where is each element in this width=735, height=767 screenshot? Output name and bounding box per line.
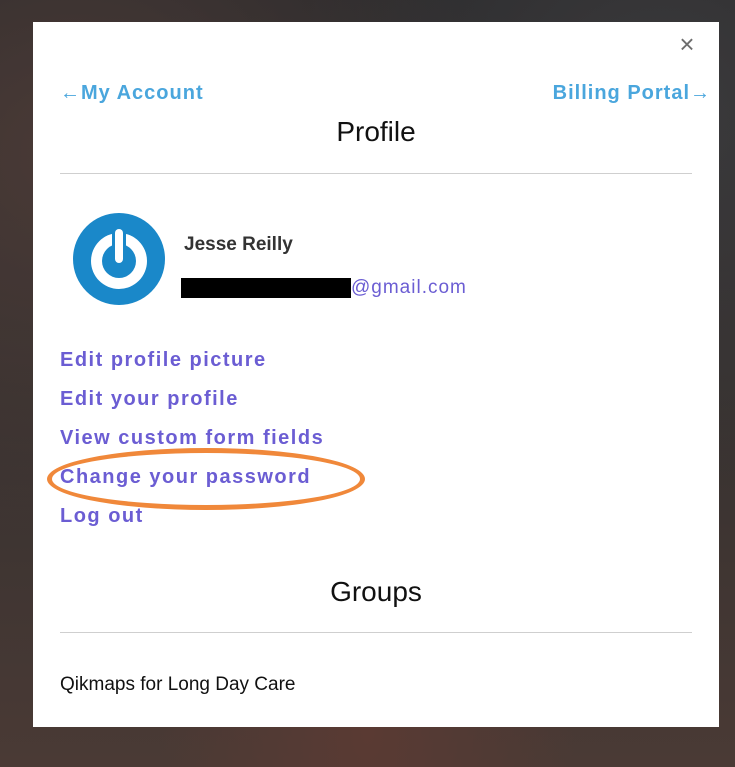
user-email: @gmail.com <box>181 277 467 299</box>
view-custom-form-fields-link[interactable]: View custom form fields <box>60 423 324 462</box>
edit-profile-picture-link[interactable]: Edit profile picture <box>60 345 324 384</box>
profile-title: Profile <box>336 116 416 147</box>
billing-portal-link[interactable]: Billing Portal→ <box>553 82 711 105</box>
arrow-left-icon: ← <box>60 82 81 104</box>
groups-title: Groups <box>330 576 422 607</box>
profile-divider <box>60 173 692 174</box>
email-redaction <box>181 278 351 298</box>
edit-your-profile-link[interactable]: Edit your profile <box>60 384 324 423</box>
user-name: Jesse Reilly <box>184 234 293 255</box>
arrow-right-icon: → <box>690 82 711 104</box>
close-icon[interactable]: × <box>673 30 701 58</box>
groups-divider <box>60 632 692 633</box>
group-list-item[interactable]: Qikmaps for Long Day Care <box>60 674 296 696</box>
my-account-label: My Account <box>81 82 204 104</box>
my-account-link[interactable]: ←My Account <box>60 82 204 105</box>
profile-actions: Edit profile picture Edit your profile V… <box>60 345 324 540</box>
log-out-link[interactable]: Log out <box>60 501 324 540</box>
billing-portal-label: Billing Portal <box>552 82 690 104</box>
avatar <box>73 213 165 305</box>
change-password-link[interactable]: Change your password <box>60 462 324 501</box>
email-domain: @gmail.com <box>351 277 467 298</box>
profile-modal: × ←My Account Billing Portal→ Profile Je… <box>33 22 719 727</box>
